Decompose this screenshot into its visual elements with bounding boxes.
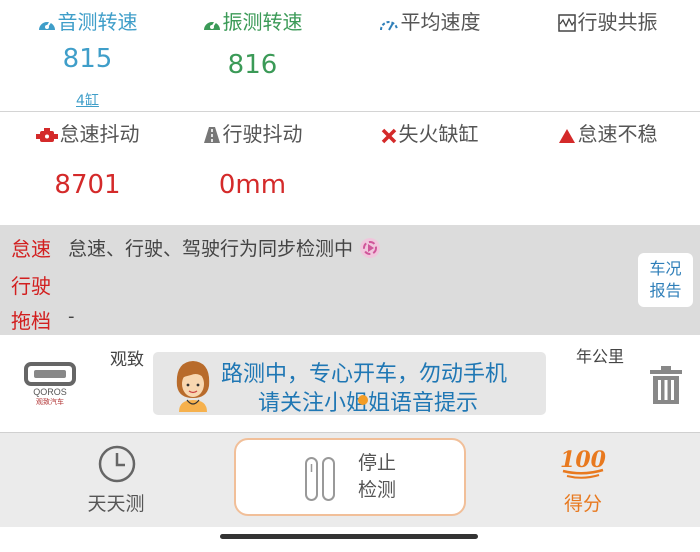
metric-sound-rpm[interactable]: 音测转速 815 4缸 (0, 0, 175, 111)
metric-driving-shake[interactable]: 行驶抖动 0mm (165, 112, 340, 225)
mode-idle: 怠速 (11, 237, 51, 261)
notice-line-1: 路测中，专心开车，勿动手机 (221, 362, 508, 387)
resonance-chart-icon (557, 14, 576, 32)
metric-title: 失火缺缸 (398, 122, 479, 146)
notice-line-2: 请关注小姐姐语音提示 (258, 391, 479, 416)
gauge-icon (203, 20, 220, 30)
bottom-navigation: 天天测 停止 检测 100 得分 (0, 432, 700, 527)
stop-detection-button[interactable]: 停止 检测 (234, 438, 466, 516)
warning-triangle-icon (558, 129, 575, 143)
trash-icon[interactable] (648, 365, 684, 405)
stop-label-line-1: 停止 (358, 452, 397, 474)
detection-status-panel: 怠速 行驶 拖档 怠速、行驶、驾驶行为同步检测中 - 车况 报告 (0, 225, 700, 335)
annual-mileage-label: 年公里 (576, 347, 625, 366)
gauge-icon (38, 20, 55, 30)
pause-icon (305, 457, 335, 501)
vehicle-report-button[interactable]: 车况 报告 (638, 253, 693, 307)
metric-title: 平均速度 (400, 10, 481, 34)
nav-score[interactable]: 100 得分 (523, 433, 643, 528)
metrics-grid: 音测转速 815 4缸 振测转速 816 平均速度 行驶共振 怠速抖动 8701… (0, 0, 700, 225)
svg-text:QOROS: QOROS (33, 387, 67, 397)
home-indicator (220, 534, 478, 539)
gear-value: - (68, 306, 75, 327)
nav-daily-label: 天天测 (87, 493, 145, 515)
metric-driving-resonance[interactable]: 行驶共振 (520, 0, 695, 111)
mode-driving: 行驶 (11, 274, 51, 298)
metric-title: 怠速抖动 (59, 122, 140, 146)
cross-icon (381, 128, 396, 144)
metric-vibration-rpm[interactable]: 振测转速 816 (165, 0, 340, 111)
car-info-bar: QOROS 观致汽车 观致 路测中，专心开车，勿动手机 请关注小姐姐语音提示 年… (0, 335, 700, 432)
car-brand-name: 观致 (110, 350, 144, 370)
metrics-row-1: 音测转速 815 4缸 振测转速 816 平均速度 行驶共振 (0, 0, 700, 112)
loading-spinner-icon (360, 238, 381, 258)
metric-title: 行驶共振 (577, 10, 658, 34)
metric-idle-shake[interactable]: 怠速抖动 8701 (0, 112, 175, 225)
car-brand-logo: QOROS 观致汽车 (20, 362, 80, 406)
detecting-text: 怠速、行驶、驾驶行为同步检测中 (68, 234, 381, 261)
mode-gear: 拖档 (11, 309, 51, 333)
metric-value: 815 (62, 44, 113, 74)
indicator-dot (358, 395, 368, 405)
clock-icon (98, 445, 136, 483)
assistant-avatar-icon (176, 361, 210, 412)
speedometer-icon (379, 21, 398, 31)
score-100-icon: 100 (560, 447, 607, 479)
metric-title: 振测转速 (222, 10, 303, 34)
svg-text:观致汽车: 观致汽车 (36, 397, 64, 406)
metric-value: 8701 (54, 170, 121, 200)
metrics-row-2: 怠速抖动 8701 行驶抖动 0mm 失火缺缸 怠速不稳 (0, 112, 700, 225)
metric-value: 0mm (218, 170, 287, 200)
metric-misfire[interactable]: 失火缺缸 (342, 112, 517, 225)
metric-value: 816 (227, 50, 278, 80)
driving-notice-banner: 路测中，专心开车，勿动手机 请关注小姐姐语音提示 (153, 352, 546, 416)
engine-icon (35, 128, 58, 142)
nav-daily-test[interactable]: 天天测 (56, 433, 176, 528)
metric-idle-unstable[interactable]: 怠速不稳 (520, 112, 695, 225)
nav-score-label: 得分 (563, 493, 602, 515)
road-icon (203, 127, 220, 143)
metric-title: 怠速不稳 (577, 122, 658, 146)
metric-title: 行驶抖动 (222, 122, 303, 146)
stop-label-line-2: 检测 (358, 479, 397, 501)
cylinder-link[interactable]: 4缸 (0, 90, 175, 110)
metric-average-speed[interactable]: 平均速度 (342, 0, 517, 111)
metric-title: 音测转速 (57, 10, 138, 34)
svg-text:100: 100 (560, 447, 607, 473)
